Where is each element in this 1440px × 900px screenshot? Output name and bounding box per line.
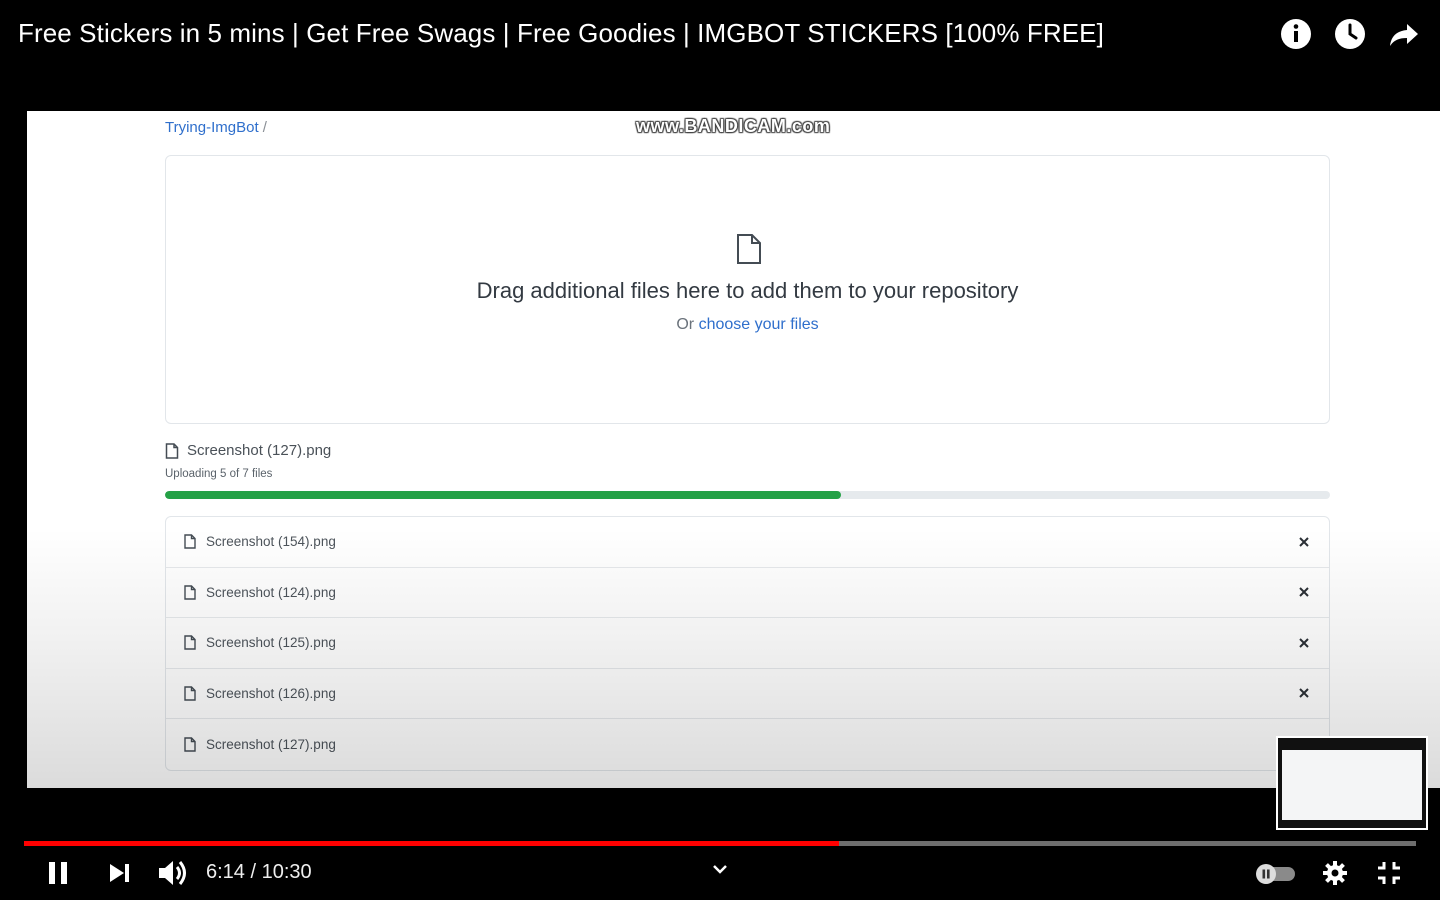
close-icon[interactable]: [1297, 636, 1311, 650]
info-icon[interactable]: [1280, 18, 1312, 50]
upload-progress-fill: [165, 491, 841, 499]
next-video-icon[interactable]: [108, 862, 132, 884]
video-title: Free Stickers in 5 mins | Get Free Swags…: [18, 18, 1104, 48]
current-upload-file: Screenshot (127).png: [165, 442, 331, 459]
chevron-down-icon[interactable]: [710, 862, 730, 876]
close-icon[interactable]: [1297, 585, 1311, 599]
file-name: Screenshot (127).png: [206, 736, 336, 752]
breadcrumb-separator: /: [258, 119, 267, 136]
file-list: Screenshot (154).png Screenshot (124).png…: [165, 516, 1330, 771]
time-display: 6:14 / 10:30: [206, 861, 312, 883]
autoplay-toggle[interactable]: [1255, 863, 1297, 885]
scrub-preview-thumbnail: [1276, 736, 1428, 830]
dropzone-subtitle: Or choose your files: [166, 316, 1329, 334]
close-icon[interactable]: [1297, 535, 1311, 549]
file-icon: [184, 686, 196, 701]
file-dropzone[interactable]: Drag additional files here to add them t…: [165, 155, 1330, 424]
file-icon: [184, 737, 196, 752]
current-upload-name: Screenshot (127).png: [187, 442, 332, 459]
file-name: Screenshot (125).png: [206, 635, 336, 651]
file-row: Screenshot (126).png: [166, 669, 1329, 719]
top-actions: [1280, 18, 1420, 50]
upload-status: Uploading 5 of 7 files: [165, 468, 273, 480]
choose-files-link[interactable]: choose your files: [699, 316, 819, 333]
file-icon: [737, 234, 761, 264]
seek-bar-played: [24, 841, 840, 846]
share-icon[interactable]: [1388, 18, 1420, 50]
close-icon[interactable]: [1297, 686, 1311, 700]
player-controls: 6:14 / 10:30: [0, 850, 1440, 900]
file-icon: [184, 534, 196, 549]
file-name: Screenshot (154).png: [206, 534, 336, 550]
video-frame[interactable]: Trying-ImgBot / www.BANDICAM.com Drag ad…: [27, 111, 1440, 788]
seek-bar[interactable]: [24, 841, 1416, 846]
upload-progress-bar: [165, 491, 1330, 499]
file-name: Screenshot (126).png: [206, 685, 336, 701]
file-row: Screenshot (154).png: [166, 517, 1329, 568]
file-icon: [184, 635, 196, 650]
dropzone-or-text: Or: [676, 316, 699, 333]
file-icon: [184, 585, 196, 600]
volume-icon[interactable]: [157, 859, 189, 887]
file-row: Screenshot (127).png: [166, 719, 1329, 770]
settings-gear-icon[interactable]: [1322, 860, 1348, 886]
file-icon: [165, 442, 179, 459]
file-row: Screenshot (124).png: [166, 568, 1329, 618]
bandicam-watermark: www.BANDICAM.com: [636, 116, 831, 136]
file-name: Screenshot (124).png: [206, 584, 336, 600]
thumbnail-image: [1282, 750, 1422, 820]
breadcrumb: Trying-ImgBot /: [165, 119, 267, 136]
dropzone-title: Drag additional files here to add them t…: [476, 278, 1019, 303]
file-row: Screenshot (125).png: [166, 618, 1329, 669]
watch-later-icon[interactable]: [1334, 18, 1366, 50]
pause-icon[interactable]: [46, 860, 72, 886]
exit-fullscreen-icon[interactable]: [1376, 860, 1402, 886]
breadcrumb-repo-link[interactable]: Trying-ImgBot: [165, 119, 259, 136]
